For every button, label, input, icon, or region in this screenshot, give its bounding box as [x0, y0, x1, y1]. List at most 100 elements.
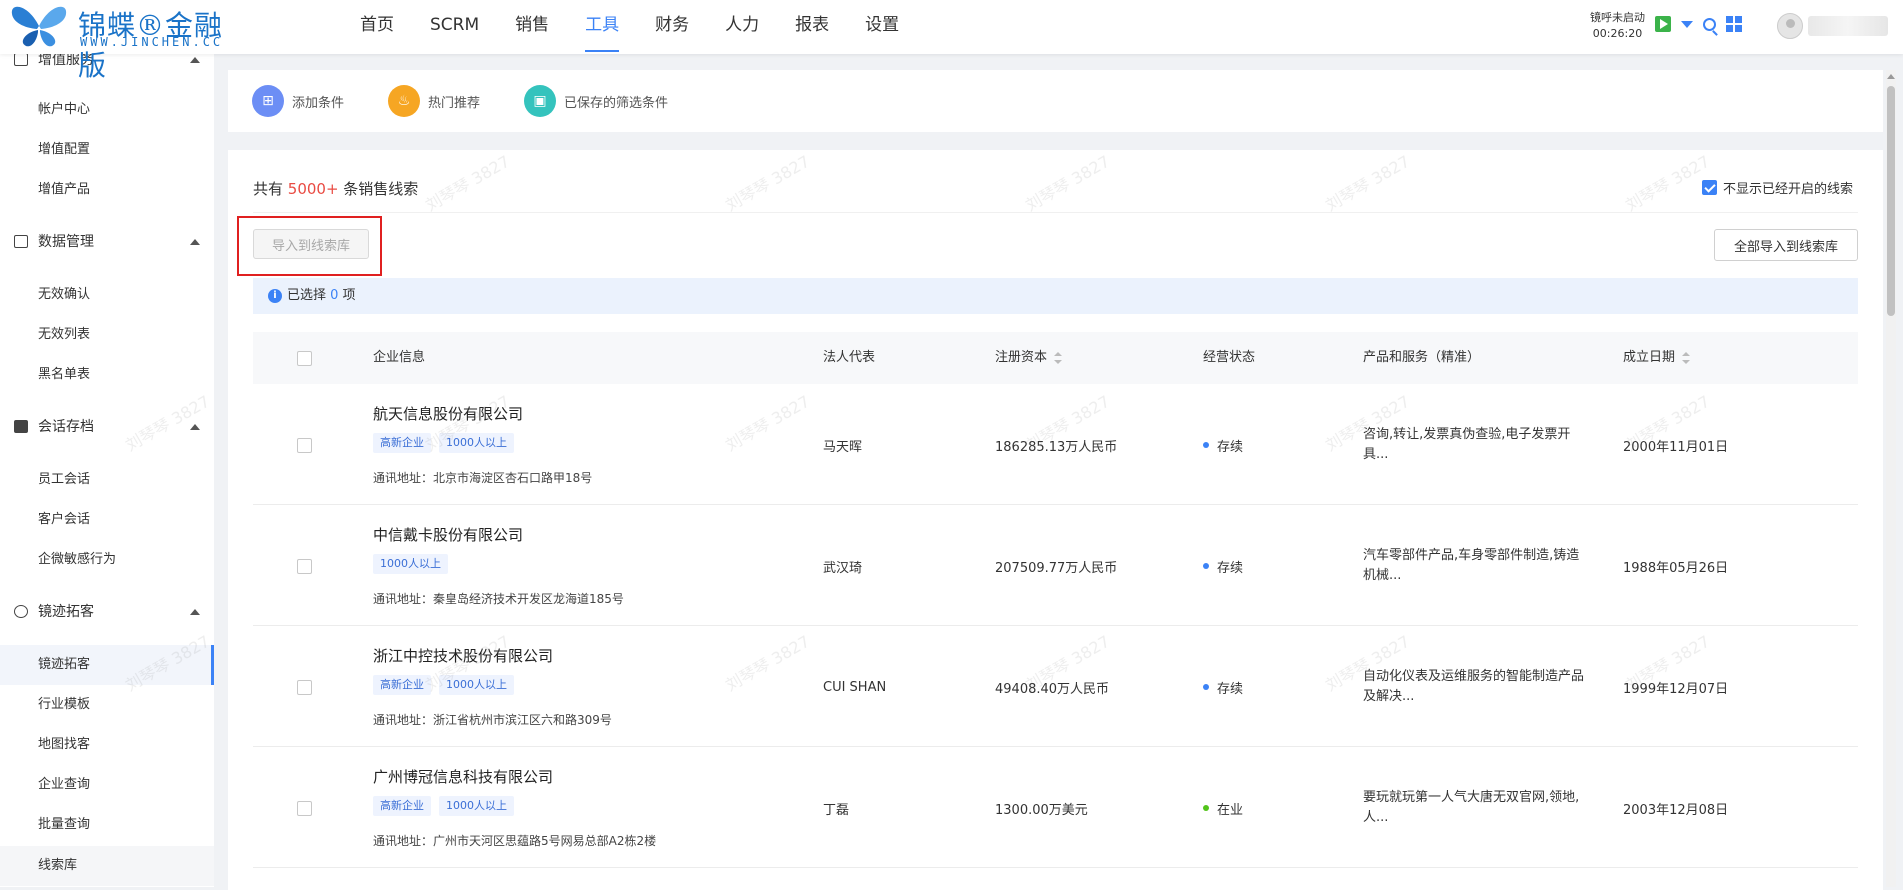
company-address: 通讯地址：秦皇岛经济技术开发区龙海道185号 [373, 592, 624, 606]
add-condition-button[interactable]: ⊞ 添加条件 [252, 85, 344, 117]
sidebar-item-invalid-list[interactable]: 无效列表 [0, 315, 214, 355]
leads-count: 5000+ [287, 180, 339, 198]
apps-grid-icon[interactable] [1726, 16, 1742, 32]
brand-logo[interactable]: 锦蝶®金融版 WWW.JINCHEN.CC [8, 2, 248, 82]
top-icons [1655, 16, 1742, 32]
import-all-button[interactable]: 全部导入到线索库 [1714, 229, 1858, 261]
col-legal: 法人代表 [823, 350, 876, 365]
row-checkbox[interactable] [297, 801, 312, 816]
sidebar-item-lead-library[interactable]: 线索库 [0, 846, 214, 886]
play-icon[interactable] [1655, 16, 1671, 32]
legal-rep: 武汉琦 [823, 560, 863, 576]
company-name[interactable]: 中信戴卡股份有限公司 [373, 524, 523, 545]
sidebar-item-config[interactable]: 增值配置 [0, 130, 214, 170]
scroll-up-icon[interactable] [1887, 74, 1895, 79]
nav-hr[interactable]: 人力 [707, 0, 777, 54]
gift-icon [14, 54, 28, 66]
col-date[interactable]: 成立日期 [1623, 332, 1691, 384]
founded-date: 1999年12月07日 [1623, 681, 1729, 697]
chevron-up-icon [190, 424, 200, 430]
table-row[interactable]: 航天信息股份有限公司 高新企业 1000人以上 通讯地址：北京市海淀区杏石口路甲… [253, 385, 1858, 505]
products: 要玩就玩第一人气大唐无双官网,领地,人... [1363, 790, 1580, 825]
tag: 高新企业 [373, 675, 431, 695]
leads-panel: 共有 5000+ 条销售线索 不显示已经开启的线索 导入到线索库 全部导入到线索… [228, 150, 1883, 890]
top-bar: 锦蝶®金融版 WWW.JINCHEN.CC 首页 SCRM 销售 工具 财务 人… [0, 0, 1903, 82]
sidebar-group-footprint[interactable]: 镜迹拓客 [0, 592, 214, 632]
sidebar-group-data[interactable]: 数据管理 [0, 222, 214, 262]
table-row[interactable]: 中信戴卡股份有限公司 1000人以上 通讯地址：秦皇岛经济技术开发区龙海道185… [253, 506, 1858, 626]
status-dot [1203, 805, 1209, 811]
filter-bar: ⊞ 添加条件 ♨ 热门推荐 ▣ 已保存的筛选条件 [228, 70, 1883, 132]
sidebar-item-sensitive[interactable]: 企微敏感行为 [0, 540, 214, 580]
products: 汽车零部件产品,车身零部件制造,铸造机械... [1363, 548, 1580, 583]
search-icon[interactable] [1703, 17, 1716, 31]
sidebar-item-staff-chat[interactable]: 员工会话 [0, 460, 214, 500]
user-name-blurred[interactable] [1808, 16, 1888, 36]
founded-date: 2003年12月08日 [1623, 802, 1729, 818]
nav-reports[interactable]: 报表 [777, 0, 847, 54]
call-status-text: 镜呼未启动 [1590, 11, 1645, 24]
main-nav: 首页 SCRM 销售 工具 财务 人力 报表 设置 [342, 0, 917, 54]
company-name[interactable]: 广州博冠信息科技有限公司 [373, 766, 553, 787]
table-header: 企业信息 法人代表 注册资本 经营状态 产品和服务（精准） 成立日期 [253, 332, 1858, 384]
sidebar-item-footprint[interactable]: 镜迹拓客 [0, 645, 214, 685]
scrollbar[interactable] [1886, 70, 1896, 887]
chat-archive-icon [14, 420, 28, 433]
reg-capital: 186285.13万人民币 [995, 439, 1118, 455]
products: 自动化仪表及运维服务的智能制造产品及解决... [1363, 669, 1585, 704]
sidebar-item-account[interactable]: 帐户中心 [0, 90, 214, 130]
row-checkbox[interactable] [297, 680, 312, 695]
sidebar-group-chat-archive[interactable]: 会话存档 [0, 407, 214, 447]
sidebar-item-invalid-confirm[interactable]: 无效确认 [0, 275, 214, 315]
tag: 高新企业 [373, 433, 431, 453]
import-to-library-button[interactable]: 导入到线索库 [253, 229, 369, 259]
sidebar-item-products[interactable]: 增值产品 [0, 170, 214, 210]
nav-tools[interactable]: 工具 [567, 0, 637, 54]
sort-icon[interactable] [1682, 352, 1691, 364]
sidebar-item-industry-template[interactable]: 行业模板 [0, 685, 214, 725]
nav-scrm[interactable]: SCRM [412, 0, 497, 54]
company-tags: 高新企业 1000人以上 [373, 433, 514, 453]
hide-opened-toggle[interactable]: 不显示已经开启的线索 [1701, 178, 1853, 197]
col-company: 企业信息 [373, 350, 426, 365]
tag: 1000人以上 [439, 675, 514, 695]
call-status: 镜呼未启动 00:26:20 [1590, 10, 1645, 42]
sort-icon[interactable] [1054, 352, 1063, 364]
legal-rep: 丁磊 [823, 802, 850, 818]
business-status: 存续 [1203, 627, 1243, 747]
company-name[interactable]: 浙江中控技术股份有限公司 [373, 645, 553, 666]
scrollbar-thumb[interactable] [1887, 86, 1895, 316]
table-row[interactable]: 浙江中控技术股份有限公司 高新企业 1000人以上 通讯地址：浙江省杭州市滨江区… [253, 627, 1858, 747]
inbox-icon: ▣ [524, 85, 556, 117]
sidebar-item-blacklist[interactable]: 黑名单表 [0, 355, 214, 395]
row-checkbox[interactable] [297, 438, 312, 453]
brand-url: WWW.JINCHEN.CC [80, 35, 224, 49]
nav-settings[interactable]: 设置 [847, 0, 917, 54]
company-name[interactable]: 航天信息股份有限公司 [373, 403, 523, 424]
legal-rep: CUI SHAN [823, 679, 887, 695]
tag: 1000人以上 [439, 433, 514, 453]
company-address: 通讯地址：浙江省杭州市滨江区六和路309号 [373, 713, 612, 727]
table-row[interactable]: 广州博冠信息科技有限公司 高新企业 1000人以上 通讯地址：广州市天河区思蕴路… [253, 748, 1858, 868]
nav-sales[interactable]: 销售 [497, 0, 567, 54]
sidebar-item-customer-chat[interactable]: 客户会话 [0, 500, 214, 540]
select-all-checkbox[interactable] [297, 351, 312, 366]
nav-home[interactable]: 首页 [342, 0, 412, 54]
hide-opened-checkbox[interactable] [1701, 180, 1717, 195]
business-status: 在业 [1203, 748, 1243, 868]
sidebar-item-company-query[interactable]: 企业查询 [0, 765, 214, 805]
row-checkbox[interactable] [297, 559, 312, 574]
avatar[interactable] [1777, 13, 1803, 39]
products: 咨询,转让,发票真伪查验,电子发票开具... [1363, 427, 1571, 462]
caret-down-icon[interactable] [1681, 20, 1693, 28]
saved-filters-button[interactable]: ▣ 已保存的筛选条件 [524, 85, 668, 117]
sidebar-item-map-search[interactable]: 地图找客 [0, 725, 214, 765]
hot-recommend-button[interactable]: ♨ 热门推荐 [388, 85, 480, 117]
col-status: 经营状态 [1203, 350, 1256, 365]
business-status: 存续 [1203, 385, 1243, 505]
sidebar-item-batch-query[interactable]: 批量查询 [0, 805, 214, 845]
status-dot [1203, 563, 1209, 569]
nav-finance[interactable]: 财务 [637, 0, 707, 54]
col-capital[interactable]: 注册资本 [995, 332, 1063, 384]
founded-date: 2000年11月01日 [1623, 439, 1729, 455]
